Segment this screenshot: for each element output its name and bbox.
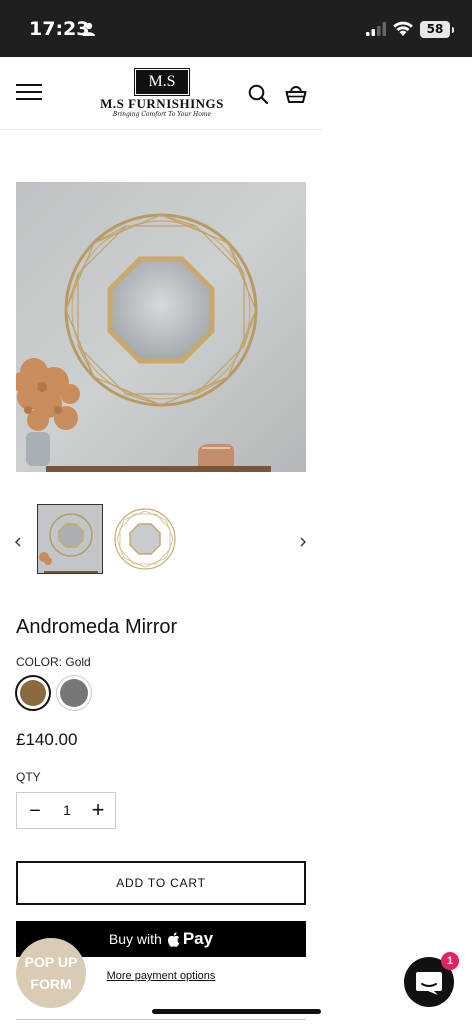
wifi-icon (393, 21, 413, 36)
quantity-stepper: − 1 + (16, 792, 116, 829)
status-time: 17:23 (29, 18, 90, 40)
person-icon (83, 22, 95, 36)
product-price: £140.00 (16, 730, 78, 749)
popup-line-2: FORM (30, 976, 72, 992)
logo-name: M.S FURNISHINGS (100, 96, 224, 111)
battery-indicator: 58 (420, 21, 454, 38)
chevron-right-icon[interactable] (298, 536, 308, 548)
qty-decrease-button[interactable]: − (27, 801, 43, 821)
logo-tagline: Bringing Comfort To Your Home (112, 111, 212, 118)
site-header: M.S M.S FURNISHINGS Bringing Comfort To … (0, 57, 322, 130)
qty-label: QTY (16, 770, 41, 784)
chat-notification-badge: 1 (441, 952, 459, 970)
swatch-gold[interactable] (15, 675, 51, 711)
thumbnail-1[interactable] (37, 504, 103, 574)
color-label-text: COLOR: (16, 655, 63, 669)
product-title: Andromeda Mirror (16, 616, 178, 638)
search-icon[interactable] (248, 84, 268, 104)
thumbnail-2[interactable] (112, 504, 178, 574)
qty-input[interactable]: 1 (57, 802, 77, 818)
product-main-image[interactable] (16, 182, 306, 472)
chevron-left-icon[interactable] (13, 536, 23, 548)
divider (16, 1019, 306, 1020)
brand-logo[interactable]: M.S M.S FURNISHINGS Bringing Comfort To … (94, 68, 230, 120)
home-indicator (152, 1009, 321, 1014)
hamburger-icon[interactable] (16, 84, 42, 102)
status-bar: 17:23 58 (0, 0, 472, 57)
swatch-grey[interactable] (56, 675, 92, 711)
add-to-cart-button[interactable]: ADD TO CART (16, 861, 306, 905)
color-label: COLOR: Gold (16, 655, 91, 669)
thumbnail-carousel (0, 500, 322, 580)
qty-increase-button[interactable]: + (89, 799, 107, 821)
popup-form-button[interactable]: POP UP FORM (16, 938, 86, 1008)
signal-icon (366, 22, 386, 36)
apple-pay-label: Pay (182, 929, 214, 948)
basket-icon[interactable] (285, 84, 307, 104)
popup-line-1: POP UP (24, 954, 78, 970)
color-value: Gold (65, 655, 91, 669)
buy-with-label: Buy with (108, 931, 162, 947)
logo-monogram: M.S (134, 68, 190, 96)
apple-icon (167, 931, 180, 947)
